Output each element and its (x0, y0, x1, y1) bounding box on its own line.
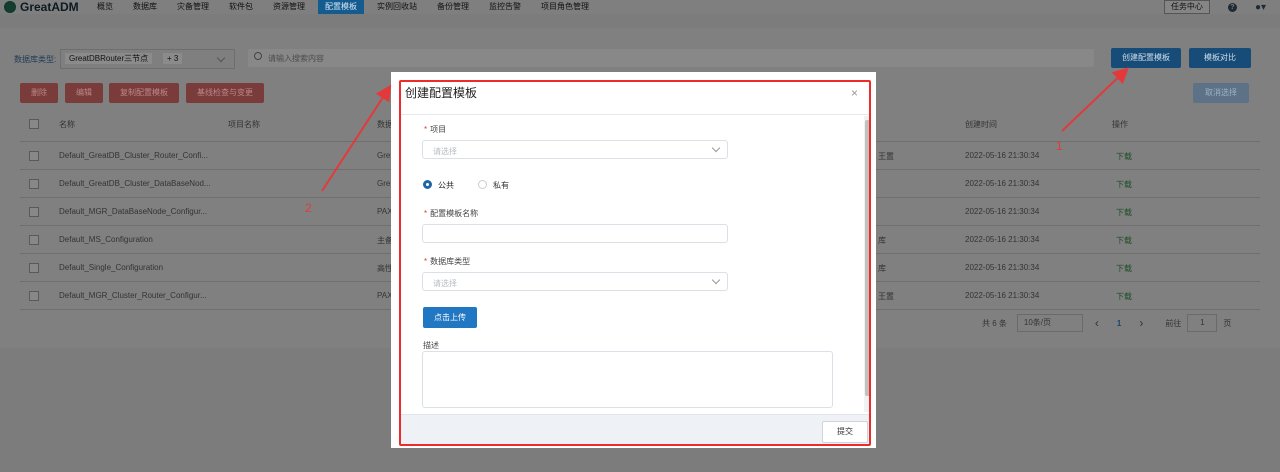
arrow-to-create-button (1061, 67, 1129, 132)
annotation-arrows (321, 67, 1129, 192)
annotation-label-2: 2 (305, 201, 312, 215)
arrow-to-dialog (321, 84, 392, 192)
annotation-label-1: 1 (1056, 139, 1063, 153)
